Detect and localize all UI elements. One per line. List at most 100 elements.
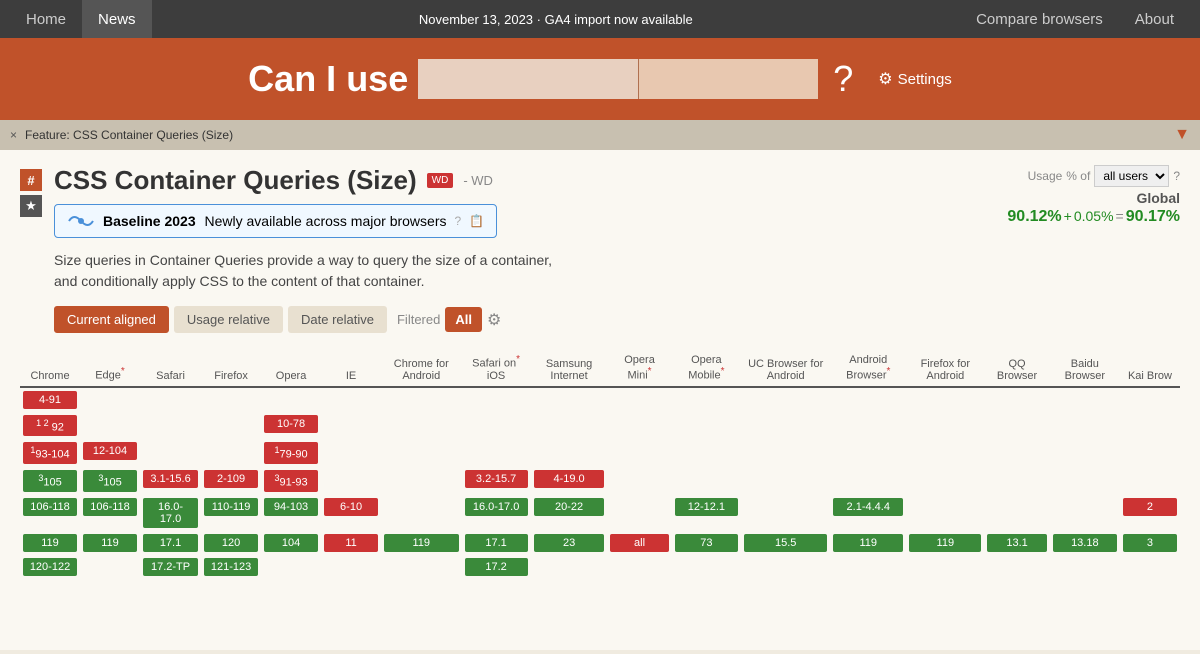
table-row: 119 119 17.1 120 104 11 119 17.1 23 all …	[20, 531, 1180, 555]
cell[interactable]: 3.1-15.6	[143, 470, 198, 488]
cell[interactable]: 1 2 92	[23, 415, 77, 437]
feature-title: CSS Container Queries (Size)	[54, 165, 417, 196]
nav-announcement: November 13, 2023 · GA4 import now avail…	[152, 12, 961, 27]
cell[interactable]: 12-104	[83, 442, 137, 460]
wd-label: - WD	[463, 173, 493, 188]
browser-table-wrap: Chrome Edge* Safari Firefox Opera IE Chr…	[20, 350, 1180, 579]
cell[interactable]: 15.5	[744, 534, 827, 552]
usage-help-icon[interactable]: ?	[1173, 169, 1180, 183]
cell[interactable]: 2-109	[204, 470, 258, 488]
cell[interactable]: 17.2	[465, 558, 528, 576]
th-safari: Safari	[140, 350, 201, 387]
cell[interactable]: 120	[204, 534, 258, 552]
th-edge: Edge*	[80, 350, 140, 387]
tab-all[interactable]: All	[445, 307, 482, 332]
cell[interactable]: 120-122	[23, 558, 77, 576]
cell[interactable]: 391-93	[264, 470, 318, 492]
cell[interactable]: 17.1	[143, 534, 198, 552]
th-firefox: Firefox	[201, 350, 261, 387]
cell[interactable]: 119	[384, 534, 458, 552]
nav-right: Compare browsers About	[960, 0, 1190, 38]
th-opera: Opera	[261, 350, 321, 387]
cell[interactable]: 3105	[83, 470, 137, 492]
cell[interactable]: 94-103	[264, 498, 318, 516]
cell[interactable]: 119	[23, 534, 77, 552]
close-icon[interactable]: ×	[10, 128, 17, 142]
cell[interactable]: 121-123	[204, 558, 258, 576]
cell[interactable]: 13.18	[1053, 534, 1117, 552]
tab-current-aligned[interactable]: Current aligned	[54, 306, 169, 333]
usage-partial: 0.05%	[1074, 208, 1114, 224]
cell[interactable]: 16.0-17.0	[143, 498, 198, 528]
nav-about[interactable]: About	[1119, 0, 1190, 38]
cell[interactable]: 10-78	[264, 415, 318, 433]
search-input[interactable]	[418, 59, 638, 99]
cell[interactable]: 3	[1123, 534, 1177, 552]
nav-home[interactable]: Home	[10, 0, 82, 38]
cell[interactable]: 23	[534, 534, 605, 552]
cell[interactable]: 106-118	[23, 498, 77, 516]
cell[interactable]: 17.2-TP	[143, 558, 198, 576]
gear-icon: ⚙	[878, 69, 892, 89]
cell[interactable]: 4-91	[23, 391, 77, 409]
navbar: Home News November 13, 2023 · GA4 import…	[0, 0, 1200, 38]
cell[interactable]: 20-22	[534, 498, 605, 516]
th-ie: IE	[321, 350, 381, 387]
cell[interactable]: 2	[1123, 498, 1177, 516]
cell[interactable]: 106-118	[83, 498, 137, 516]
usage-panel: Usage % of all users ? Global 90.12% + 0…	[960, 165, 1180, 345]
feature-description: Size queries in Container Queries provid…	[54, 250, 554, 292]
table-row: 4-91	[20, 387, 1180, 412]
hero-input-wrap	[418, 59, 818, 99]
main-content: # ★ CSS Container Queries (Size) WD - WD	[0, 150, 1200, 650]
cell[interactable]: 13.1	[987, 534, 1046, 552]
usage-users-select[interactable]: all users	[1094, 165, 1169, 187]
cell[interactable]: 73	[675, 534, 738, 552]
feature-title-row: CSS Container Queries (Size) WD - WD	[54, 165, 960, 196]
usage-plus: +	[1064, 208, 1072, 224]
cell[interactable]: 119	[909, 534, 981, 552]
baseline-text: Baseline 2023 Newly available across maj…	[103, 213, 447, 229]
table-settings-icon[interactable]: ⚙	[487, 310, 501, 330]
tab-date-relative[interactable]: Date relative	[288, 306, 387, 333]
baseline-banner: Baseline 2023 Newly available across maj…	[54, 204, 497, 238]
baseline-help-icon[interactable]: ?	[455, 214, 462, 228]
usage-total: 90.17%	[1126, 208, 1180, 226]
cell[interactable]: 4-19.0	[534, 470, 605, 488]
cell[interactable]: 193-104	[23, 442, 77, 464]
cell[interactable]: 17.1	[465, 534, 528, 552]
wd-badge: WD	[427, 173, 454, 188]
cell[interactable]: 119	[833, 534, 903, 552]
cell[interactable]: 6-10	[324, 498, 378, 516]
star-icon[interactable]: ★	[20, 195, 42, 217]
hero-question-mark: ?	[833, 58, 853, 100]
search-input2[interactable]	[638, 59, 818, 99]
cell[interactable]: all	[610, 534, 668, 552]
nav-news[interactable]: News	[82, 0, 152, 38]
cell[interactable]: 11	[324, 534, 378, 552]
th-uc: UC Browser for Android	[741, 350, 830, 387]
tab-usage-relative[interactable]: Usage relative	[174, 306, 283, 333]
cell[interactable]: 3105	[23, 470, 77, 492]
cell[interactable]: 3.2-15.7	[465, 470, 528, 488]
baseline-note-icon[interactable]: 📋	[469, 214, 484, 228]
cell[interactable]: 110-119	[204, 498, 258, 516]
cell[interactable]: 179-90	[264, 442, 318, 464]
breadcrumb-text: Feature: CSS Container Queries (Size)	[25, 128, 233, 142]
settings-button[interactable]: ⚙ Settings	[878, 69, 952, 89]
cell[interactable]: 104	[264, 534, 318, 552]
table-row: 193-104 12-104 179-90	[20, 439, 1180, 467]
cell[interactable]: 16.0-17.0	[465, 498, 528, 516]
filter-icon[interactable]: ▼	[1174, 126, 1190, 144]
cell[interactable]: 2.1-4.4.4	[833, 498, 903, 516]
usage-region: Global	[1136, 190, 1180, 206]
th-baidu: Baidu Browser	[1050, 350, 1120, 387]
cell[interactable]: 12-12.1	[675, 498, 738, 516]
table-row: 3105 3105 3.1-15.6 2-109 391-93 3.2-15.7…	[20, 467, 1180, 495]
usage-eq: =	[1116, 208, 1124, 224]
hash-icon[interactable]: #	[20, 169, 42, 191]
cell[interactable]: 119	[83, 534, 137, 552]
filtered-label: Filtered	[397, 312, 440, 327]
nav-compare[interactable]: Compare browsers	[960, 0, 1119, 38]
baseline-icon	[67, 211, 95, 231]
